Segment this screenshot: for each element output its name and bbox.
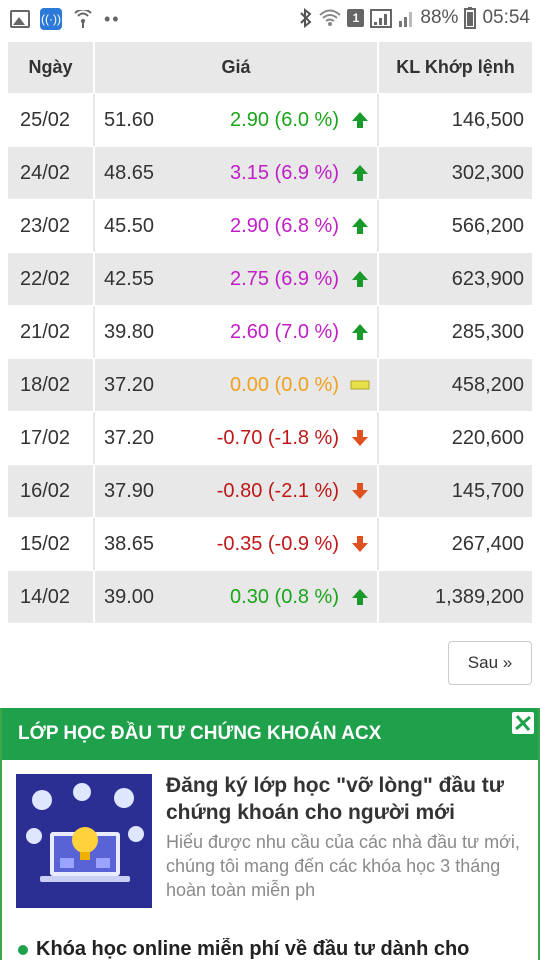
- table-row[interactable]: 17/02 37.20 -0.70 (-1.8 %) 220,600: [8, 412, 532, 465]
- row-volume: 267,400: [451, 532, 524, 555]
- row-change-value: 3.15 (6.9 %): [230, 161, 339, 184]
- ad-description: Hiểu được nhu cầu của các nhà đầu tư mới…: [166, 832, 520, 900]
- red-down-arrow-icon: [349, 428, 371, 448]
- row-volume: 302,300: [451, 161, 524, 184]
- row-change: 3.15 (6.9 %): [167, 147, 379, 199]
- row-change: 2.60 (7.0 %): [167, 306, 379, 358]
- ad-panel[interactable]: LỚP HỌC ĐẦU TƯ CHỨNG KHOÁN ACX Đăng ký l…: [0, 708, 540, 960]
- green-up-arrow-icon: [349, 110, 371, 130]
- wifi-hotspot-icon: ((·)): [40, 8, 62, 30]
- row-date: 16/02: [8, 465, 95, 517]
- row-change-value: 2.90 (6.8 %): [230, 214, 339, 237]
- row-change: 0.30 (0.8 %): [167, 571, 379, 623]
- table-row[interactable]: 14/02 39.00 0.30 (0.8 %) 1,389,200: [8, 571, 532, 624]
- ad-bullet-text[interactable]: Khóa học online miễn phí về đầu tư dành …: [36, 938, 469, 960]
- table-row[interactable]: 24/02 48.65 3.15 (6.9 %) 302,300: [8, 147, 532, 200]
- green-up-arrow-icon: [349, 269, 371, 289]
- row-change-value: -0.70 (-1.8 %): [216, 426, 339, 449]
- row-change: -0.80 (-2.1 %): [167, 465, 379, 517]
- bluetooth-icon: [299, 8, 313, 28]
- row-change: -0.35 (-0.9 %): [167, 518, 379, 570]
- battery-percent: 88%: [420, 7, 459, 28]
- next-page-button[interactable]: Sau »: [448, 641, 532, 685]
- row-volume: 566,200: [451, 214, 524, 237]
- table-row[interactable]: 15/02 38.65 -0.35 (-0.9 %) 267,400: [8, 518, 532, 571]
- row-price: 37.20: [104, 426, 155, 449]
- header-volume[interactable]: KL Khớp lệnh: [379, 42, 532, 93]
- bullet-dot-icon: [18, 944, 28, 955]
- row-change-value: 2.75 (6.9 %): [230, 267, 339, 290]
- row-change-value: 0.00 (0.0 %): [230, 373, 339, 396]
- ad-choices-icon[interactable]: [512, 712, 534, 734]
- table-row[interactable]: 23/02 45.50 2.90 (6.8 %) 566,200: [8, 200, 532, 253]
- row-date: 21/02: [8, 306, 95, 358]
- status-bar: ((·)) •• 1 88% 05:54: [0, 0, 540, 38]
- ad-title[interactable]: Đăng ký lớp học "vỡ lòng" đầu tư chứng k…: [166, 772, 526, 826]
- row-price: 48.65: [104, 161, 155, 184]
- row-volume: 458,200: [451, 373, 524, 396]
- row-price: 42.55: [104, 267, 155, 290]
- red-down-arrow-icon: [349, 534, 371, 554]
- row-change-value: 2.60 (7.0 %): [230, 320, 339, 343]
- more-notifications-icon: ••: [104, 9, 121, 29]
- green-up-arrow-icon: [349, 322, 371, 342]
- image-notification-icon: [10, 10, 30, 28]
- ad-bullet-link[interactable]: Khóa học online miễn phí về đầu tư dành …: [18, 938, 538, 961]
- row-price: 37.20: [104, 373, 155, 396]
- header-date[interactable]: Ngày: [8, 42, 95, 93]
- row-date: 22/02: [8, 253, 95, 305]
- table-row[interactable]: 18/02 37.20 0.00 (0.0 %) 458,200: [8, 359, 532, 412]
- row-change-value: 2.90 (6.0 %): [230, 108, 339, 131]
- row-change-value: -0.35 (-0.9 %): [216, 532, 339, 555]
- table-row[interactable]: 22/02 42.55 2.75 (6.9 %) 623,900: [8, 253, 532, 306]
- price-history-table: Ngày Giá KL Khớp lệnh 25/02 51.60 2.90 (6.…: [8, 42, 532, 624]
- row-price: 51.60: [104, 108, 155, 131]
- row-change: 2.90 (6.0 %): [167, 94, 379, 146]
- table-row[interactable]: 21/02 39.80 2.60 (7.0 %) 285,300: [8, 306, 532, 359]
- row-price: 38.65: [104, 532, 155, 555]
- row-price: 37.90: [104, 479, 155, 502]
- row-volume: 220,600: [451, 426, 524, 449]
- green-up-arrow-icon: [349, 163, 371, 183]
- green-up-arrow-icon: [349, 587, 371, 607]
- row-date: 15/02: [8, 518, 95, 570]
- row-volume: 285,300: [451, 320, 524, 343]
- green-up-arrow-icon: [349, 216, 371, 236]
- sim-badge-icon: 1: [347, 9, 365, 27]
- row-date: 18/02: [8, 359, 95, 411]
- yellow-flat-bar-icon: [349, 375, 371, 395]
- row-volume: 146,500: [451, 108, 524, 131]
- row-change: 0.00 (0.0 %): [167, 359, 379, 411]
- row-price: 39.80: [104, 320, 155, 343]
- row-price: 39.00: [104, 585, 155, 608]
- row-change-value: -0.80 (-2.1 %): [216, 479, 339, 502]
- signal-broadcast-icon: [72, 10, 94, 28]
- battery-icon: [464, 7, 477, 29]
- row-date: 24/02: [8, 147, 95, 199]
- row-change-value: 0.30 (0.8 %): [230, 585, 339, 608]
- wifi-icon: [319, 9, 342, 27]
- cell-signal-2-icon: [398, 9, 414, 27]
- row-price: 45.50: [104, 214, 155, 237]
- clock: 05:54: [482, 7, 530, 28]
- row-date: 25/02: [8, 94, 95, 146]
- row-volume: 623,900: [451, 267, 524, 290]
- row-date: 17/02: [8, 412, 95, 464]
- table-row[interactable]: 16/02 37.90 -0.80 (-2.1 %) 145,700: [8, 465, 532, 518]
- header-price[interactable]: Giá: [95, 42, 379, 93]
- cell-signal-icon: [370, 8, 393, 28]
- ad-thumbnail-image[interactable]: [16, 774, 152, 908]
- row-change: -0.70 (-1.8 %): [167, 412, 379, 464]
- table-header: Ngày Giá KL Khớp lệnh: [8, 42, 532, 94]
- ad-heading[interactable]: LỚP HỌC ĐẦU TƯ CHỨNG KHOÁN ACX: [2, 708, 538, 760]
- red-down-arrow-icon: [349, 481, 371, 501]
- row-volume: 1,389,200: [435, 585, 524, 608]
- row-volume: 145,700: [451, 479, 524, 502]
- table-row[interactable]: 25/02 51.60 2.90 (6.0 %) 146,500: [8, 94, 532, 147]
- row-change: 2.75 (6.9 %): [167, 253, 379, 305]
- row-change: 2.90 (6.8 %): [167, 200, 379, 252]
- row-date: 23/02: [8, 200, 95, 252]
- row-date: 14/02: [8, 571, 95, 623]
